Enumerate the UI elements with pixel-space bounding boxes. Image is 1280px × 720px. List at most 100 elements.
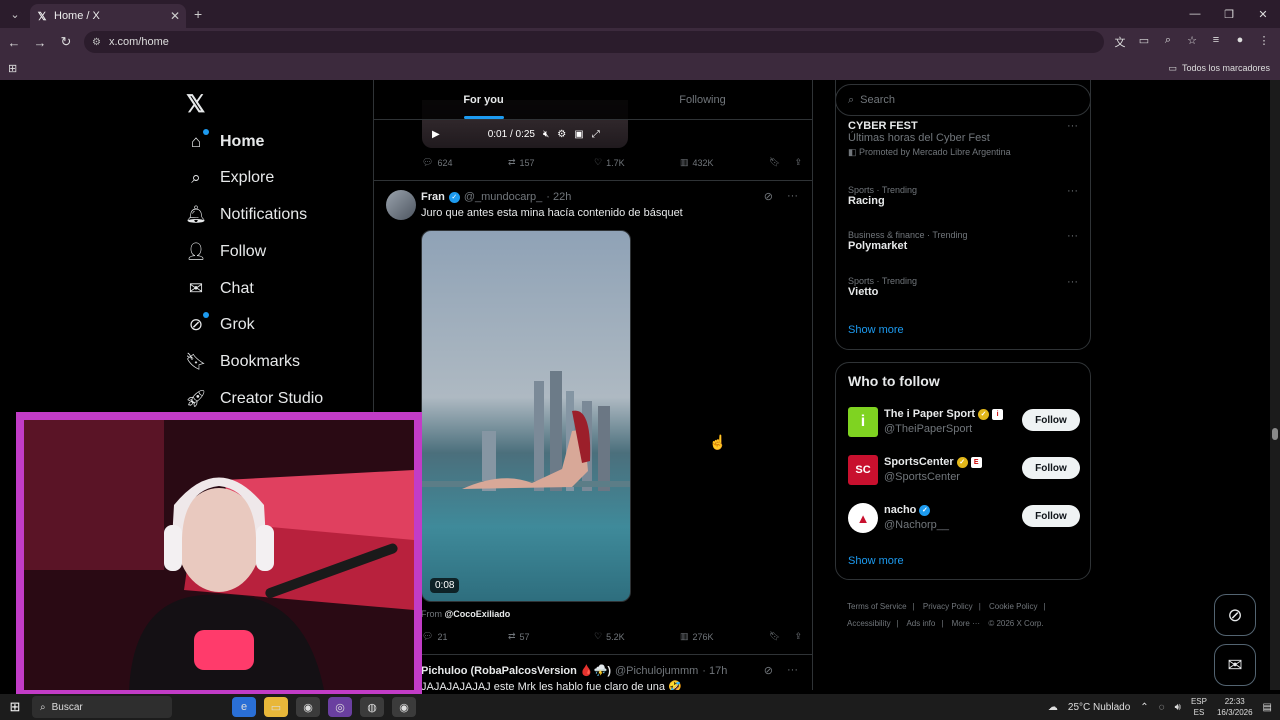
taskbar-search[interactable]: ⌕ Buscar	[32, 696, 172, 718]
app-icon[interactable]: ◍	[360, 697, 384, 717]
windows-start-icon[interactable]: ⊞	[0, 699, 30, 715]
privacy-link[interactable]: Privacy Policy	[923, 602, 973, 611]
more-icon[interactable]: ···	[1067, 120, 1078, 132]
tab-following[interactable]: Following	[593, 80, 812, 119]
minimize-button[interactable]: —	[1178, 0, 1212, 28]
avatar[interactable]	[386, 190, 416, 220]
fullscreen-icon[interactable]: ⤢	[592, 129, 600, 140]
nav-follow[interactable]: 👤︎ Follow	[185, 239, 266, 265]
tab-search-button[interactable]: ⌄	[4, 3, 26, 25]
grok-post-icon[interactable]: ⊘	[764, 664, 773, 677]
grok-post-icon[interactable]: ⊘	[764, 190, 773, 203]
mute-icon[interactable]: 🔇︎	[543, 129, 549, 140]
more-icon[interactable]: ···	[1067, 230, 1078, 242]
network-icon[interactable]: ◌	[1159, 702, 1165, 713]
trend-item[interactable]: Sports · Trending Racing ···	[848, 185, 1078, 207]
scrollbar-thumb[interactable]	[1272, 428, 1278, 440]
star-icon[interactable]: ☆	[1182, 34, 1202, 50]
grok-float-button[interactable]: ⊘	[1214, 594, 1256, 636]
edge-icon[interactable]: e	[232, 697, 256, 717]
avatar[interactable]: ▲	[848, 503, 878, 533]
chrome-active-icon[interactable]: ◉	[392, 697, 416, 717]
like-button[interactable]: ♡ 1.7K	[594, 157, 680, 168]
more-link[interactable]: More ···	[952, 619, 980, 628]
new-tab-button[interactable]: +	[194, 6, 202, 22]
views-button[interactable]: ▥ 432K	[680, 157, 766, 168]
cookie-link[interactable]: Cookie Policy	[989, 602, 1037, 611]
clock[interactable]: 22:33 16/3/2026	[1217, 696, 1253, 718]
nav-home[interactable]: ⌂ Home	[186, 129, 264, 155]
post-time[interactable]: · 22h	[546, 191, 571, 203]
accessibility-link[interactable]: Accessibility	[847, 619, 891, 628]
follow-button[interactable]: Follow	[1022, 409, 1080, 431]
chrome-icon[interactable]: ◉	[296, 697, 320, 717]
post-time[interactable]: · 17h	[702, 665, 727, 677]
close-tab-icon[interactable]: ✕	[170, 9, 180, 23]
all-bookmarks-button[interactable]: ▭ Todos los marcadores	[1168, 63, 1270, 74]
post-video[interactable]: 0:08	[421, 230, 631, 602]
share-icon[interactable]: ⇪	[794, 631, 802, 642]
bookmark-icon[interactable]: 🔖︎	[769, 157, 780, 168]
bookmark-icon[interactable]: 🔖︎	[769, 631, 780, 642]
follow-suggestion[interactable]: SC SportsCenter ✓ E @SportsCenter Follow	[848, 453, 1080, 487]
weather-text[interactable]: 25°C Nublado	[1068, 702, 1130, 713]
more-icon[interactable]: ···	[787, 190, 798, 203]
back-button[interactable]: ←	[2, 35, 26, 50]
play-icon[interactable]: ▶	[432, 129, 440, 140]
nav-bookmarks[interactable]: 🔖︎ Bookmarks	[185, 349, 300, 375]
notifications-icon[interactable]: ▤	[1263, 702, 1272, 713]
repost-button[interactable]: ⇄ 157	[508, 157, 594, 168]
trend-item[interactable]: CYBER FEST Últimas horas del Cyber Fest …	[848, 120, 1078, 158]
avatar[interactable]: i	[848, 407, 878, 437]
author-handle[interactable]: @_mundocarp_	[464, 191, 542, 203]
volume-icon[interactable]: 🔊︎	[1175, 702, 1181, 713]
more-icon[interactable]: ···	[1067, 185, 1078, 197]
tray-chevron-icon[interactable]: ⌃	[1140, 702, 1148, 713]
reply-button[interactable]: 💬︎ 624	[422, 157, 508, 168]
follow-suggestion[interactable]: ▲ nacho ✓ @Nachorp__ Follow	[848, 501, 1080, 535]
follow-suggestion[interactable]: i The i Paper Sport ✓ i @TheiPaperSport Fo…	[848, 405, 1080, 439]
menu-icon[interactable]: ⋮	[1254, 34, 1274, 50]
nav-chat[interactable]: ✉ Chat	[186, 276, 254, 302]
follow-button[interactable]: Follow	[1022, 505, 1080, 527]
views-button[interactable]: ▥ 276K	[680, 631, 766, 642]
language-indicator[interactable]: ESP ES	[1191, 696, 1207, 718]
pip-icon[interactable]: ▣	[574, 129, 583, 140]
profile-icon[interactable]: ●	[1230, 34, 1250, 50]
settings-icon[interactable]: ⚙	[557, 129, 566, 140]
like-button[interactable]: ♡ 5.2K	[594, 631, 680, 642]
page-scrollbar[interactable]	[1270, 80, 1280, 690]
nav-notifications[interactable]: 🔔︎ Notifications	[185, 202, 307, 228]
repost-button[interactable]: ⇄ 57	[508, 631, 594, 642]
forward-button[interactable]: →	[28, 35, 52, 50]
follow-button[interactable]: Follow	[1022, 457, 1080, 479]
terms-link[interactable]: Terms of Service	[847, 602, 907, 611]
nav-creator-studio[interactable]: 🚀︎ Creator Studio	[185, 386, 323, 412]
weather-icon[interactable]: ☁	[1048, 702, 1058, 713]
address-bar[interactable]: ⚙ x.com/home	[84, 31, 1104, 53]
ads-info-link[interactable]: Ads info	[906, 619, 935, 628]
nav-grok[interactable]: ⊘ Grok	[186, 312, 255, 338]
x-logo-icon[interactable]: 𝕏	[186, 90, 205, 119]
restore-button[interactable]: ❐	[1212, 0, 1246, 28]
tab-for-you[interactable]: For you	[374, 80, 593, 119]
close-window-button[interactable]: ✕	[1246, 0, 1280, 28]
search-input[interactable]: ⌕ Search	[835, 84, 1091, 116]
share-icon[interactable]: ⇪	[794, 157, 802, 168]
nav-explore[interactable]: ⌕ Explore	[186, 165, 274, 191]
reload-button[interactable]: ↻	[54, 34, 78, 50]
from-handle[interactable]: @CocoExiliado	[445, 609, 511, 619]
messages-float-button[interactable]: ✉	[1214, 644, 1256, 686]
file-explorer-icon[interactable]: ▭	[264, 697, 288, 717]
reply-button[interactable]: 💬︎ 21	[422, 631, 508, 642]
translate-icon[interactable]: 文	[1110, 34, 1130, 50]
trend-item[interactable]: Business & finance · Trending Polymarket…	[848, 230, 1078, 252]
media-icon[interactable]: ≡	[1206, 34, 1226, 50]
more-icon[interactable]: ···	[1067, 276, 1078, 288]
trend-item[interactable]: Sports · Trending Vietto ···	[848, 276, 1078, 298]
zoom-icon[interactable]: ⌕	[1158, 34, 1178, 50]
avatar[interactable]: SC	[848, 455, 878, 485]
cast-icon[interactable]: ▭	[1134, 34, 1154, 50]
follow-show-more[interactable]: Show more	[848, 555, 904, 567]
author-handle[interactable]: @Pichulojummm	[615, 665, 698, 677]
